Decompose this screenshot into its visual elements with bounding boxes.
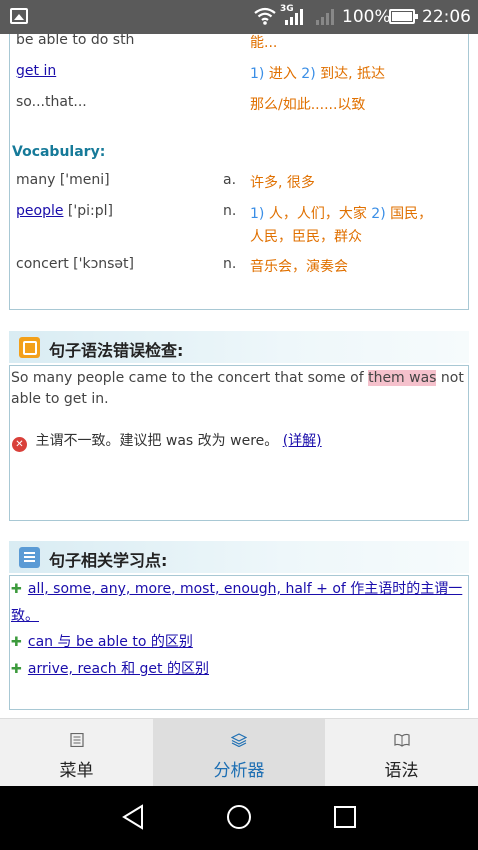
phrase-cn: 1) 进入 2) 到达, 抵达 — [250, 63, 385, 83]
recent-apps-icon[interactable] — [333, 804, 357, 830]
error-detail-link[interactable]: (详解) — [283, 433, 322, 449]
learning-point-item[interactable]: ✚ can 与 be able to 的区别 — [11, 629, 467, 656]
vocab-meaning: 许多, 很多 — [250, 175, 315, 191]
signal-strength-icon — [285, 9, 303, 25]
phrases-vocabulary-panel: be able to do sth 能... get in 1) 进入 2) 到… — [9, 34, 469, 310]
vocab-meaning: 1) 人，人们，大家 2) 国民， — [250, 203, 432, 223]
tab-analyzer[interactable]: 分析器 — [153, 719, 325, 787]
vocab-meaning-continued: 人民，臣民，群众 — [250, 229, 362, 245]
phrase-cn: 能... — [250, 35, 278, 51]
learning-points-header: 句子相关学习点: — [9, 541, 469, 573]
learning-points-title: 句子相关学习点: — [49, 551, 168, 570]
error-message: ✕ 主谓不一致。建议把 was 改为 were。 (详解) — [12, 430, 322, 452]
open-book-icon — [393, 733, 410, 747]
error-icon: ✕ — [12, 437, 27, 452]
meaning-number: 1) — [250, 66, 265, 82]
vocab-pos: n. — [223, 203, 237, 219]
meaning-number: 1) — [250, 206, 265, 222]
analyzed-sentence: So many people came to the concert that … — [11, 368, 467, 410]
meaning-text: 到达, 抵达 — [320, 66, 386, 82]
vocab-phonetic: ['pi:pl] — [67, 203, 113, 219]
vocab-word-link-people[interactable]: people — [16, 203, 63, 219]
meaning-number: 2) — [371, 206, 386, 222]
analyzer-content[interactable]: be able to do sth 能... get in 1) 进入 2) 到… — [0, 34, 478, 718]
learning-points-panel: ✚ all, some, any, more, most, enough, hal… — [9, 575, 469, 710]
grammar-check-title: 句子语法错误检查: — [49, 341, 184, 360]
expand-plus-icon: ✚ — [11, 662, 22, 677]
phrase-link-get-in[interactable]: get in — [16, 63, 56, 79]
menu-list-icon — [69, 733, 84, 747]
status-bar: 3G 100% 22:06 — [0, 0, 478, 34]
learning-point-link[interactable]: can 与 be able to 的区别 — [28, 634, 193, 650]
vocab-meaning: 音乐会，演奏会 — [250, 259, 348, 275]
grammar-check-header: 句子语法错误检查: — [9, 331, 469, 363]
home-icon[interactable] — [226, 804, 252, 830]
learning-point-link[interactable]: arrive, reach 和 get 的区别 — [28, 661, 209, 677]
vocab-word: many ['meni] — [16, 172, 110, 188]
expand-plus-icon: ✚ — [11, 635, 22, 650]
grammar-check-icon — [19, 337, 40, 358]
vocab-word: people ['pi:pl] — [16, 203, 113, 219]
gallery-notification-icon — [10, 8, 28, 24]
signal-strength-secondary-icon — [316, 9, 334, 25]
clock: 22:06 — [422, 7, 471, 27]
tab-menu[interactable]: 菜单 — [0, 719, 153, 787]
bottom-tab-bar: 菜单 分析器 语法 — [0, 718, 478, 787]
vocab-pos: a. — [223, 172, 237, 188]
meaning-text: 人，人们，大家 — [268, 206, 367, 222]
back-icon[interactable] — [121, 804, 145, 830]
phrase-en: so...that... — [16, 94, 87, 110]
sentence-text: So many people came to the concert that … — [11, 370, 369, 386]
layers-icon — [231, 733, 247, 747]
vocab-word: concert ['kɔnsət] — [16, 256, 134, 272]
vocab-word-text: concert — [16, 256, 69, 272]
vocabulary-title: Vocabulary: — [12, 144, 106, 160]
grammar-check-panel: So many people came to the concert that … — [9, 365, 469, 521]
learning-point-item[interactable]: ✚ all, some, any, more, most, enough, hal… — [11, 576, 467, 630]
battery-icon — [389, 9, 418, 24]
vocab-phonetic: ['kɔnsət] — [73, 256, 134, 272]
vocab-pos: n. — [223, 256, 237, 272]
learning-point-link[interactable]: all, some, any, more, most, enough, half… — [11, 581, 462, 624]
phrase-en: be able to do sth — [16, 34, 135, 48]
expand-plus-icon: ✚ — [11, 582, 22, 597]
meaning-text: 进入 — [268, 66, 297, 82]
tab-label: 分析器 — [213, 761, 265, 781]
learning-point-item[interactable]: ✚ arrive, reach 和 get 的区别 — [11, 656, 467, 683]
error-highlight: them was — [368, 370, 437, 386]
vocab-phonetic: ['meni] — [59, 172, 110, 188]
tab-label: 菜单 — [59, 761, 94, 781]
wifi-icon — [254, 7, 276, 25]
phrase-cn: 那么/如此......以致 — [250, 97, 366, 113]
notes-icon — [19, 547, 40, 568]
meaning-number: 2) — [301, 66, 316, 82]
tab-grammar[interactable]: 语法 — [325, 719, 478, 787]
meaning-text: 国民， — [390, 206, 433, 222]
error-text: 主谓不一致。建议把 was 改为 were。 — [35, 433, 279, 449]
vocab-word-text: many — [16, 172, 56, 188]
system-navigation-bar — [0, 786, 478, 850]
tab-label: 语法 — [384, 761, 419, 781]
battery-percentage: 100% — [342, 7, 391, 27]
